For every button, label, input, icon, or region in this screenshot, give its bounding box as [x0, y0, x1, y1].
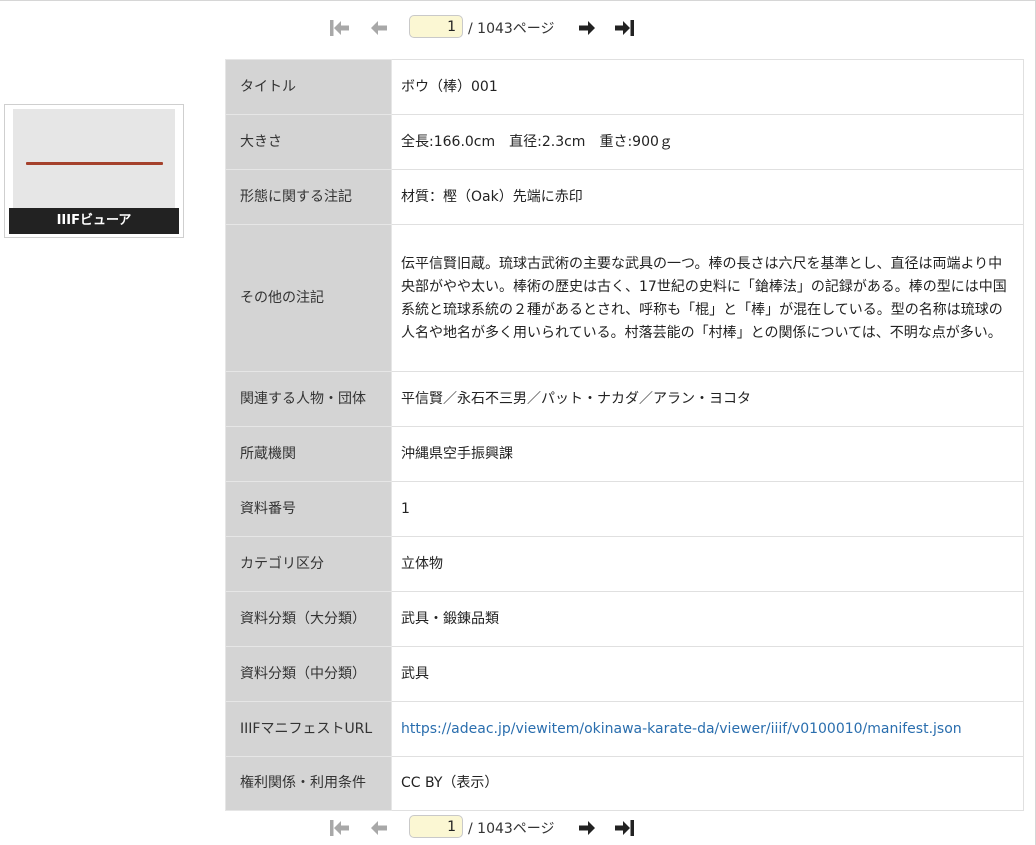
row-label-other-note: その他の注記 [225, 224, 392, 372]
row-label-category: カテゴリ区分 [225, 536, 392, 592]
row-label-manifest-url: IIIFマニフェストURL [225, 701, 392, 757]
pager-top: / 1043ページ [0, 13, 1036, 43]
page-total-label: / 1043ページ [468, 821, 555, 837]
iiif-viewer-label: IIIFビューア [9, 208, 179, 234]
row-value-other-note: 伝平信賢旧蔵。琉球古武術の主要な武具の一つ。棒の長さは六尺を基準とし、直径は両端… [391, 224, 1024, 372]
prev-page-icon[interactable] [368, 817, 392, 839]
table-row: 権利関係・利用条件 CC BY（表示） [225, 756, 1024, 811]
table-row: IIIFマニフェストURL https://adeac.jp/viewitem/… [225, 701, 1024, 757]
manifest-url-link[interactable]: https://adeac.jp/viewitem/okinawa-karate… [401, 721, 962, 737]
row-value-form-note: 材質：樫（Oak）先端に赤印 [391, 169, 1024, 225]
next-page-icon[interactable] [574, 817, 598, 839]
table-row: カテゴリ区分 立体物 [225, 536, 1024, 592]
table-row: 大きさ 全長:166.0cm 直径:2.3cm 重さ:900ｇ [225, 114, 1024, 170]
page-number-input[interactable] [409, 15, 463, 38]
row-value-major-class: 武具・鍛錬品類 [391, 591, 1024, 647]
next-page-icon[interactable] [574, 17, 598, 39]
table-row: その他の注記 伝平信賢旧蔵。琉球古武術の主要な武具の一つ。棒の長さは六尺を基準と… [225, 224, 1024, 372]
row-label-form-note: 形態に関する注記 [225, 169, 392, 225]
row-value-related-persons: 平信賢／永石不三男／パット・ナカダ／アラン・ヨコタ [391, 371, 1024, 427]
table-row: 関連する人物・団体 平信賢／永石不三男／パット・ナカダ／アラン・ヨコタ [225, 371, 1024, 427]
row-value-holding-institution: 沖縄県空手振興課 [391, 426, 1024, 482]
row-label-related-persons: 関連する人物・団体 [225, 371, 392, 427]
row-value-manifest-url: https://adeac.jp/viewitem/okinawa-karate… [391, 701, 1024, 757]
metadata-table: タイトル ボウ（棒）001 大きさ 全長:166.0cm 直径:2.3cm 重さ… [225, 59, 1024, 811]
row-value-rights: CC BY（表示） [391, 756, 1024, 811]
row-value-item-number: 1 [391, 481, 1024, 537]
table-row: タイトル ボウ（棒）001 [225, 59, 1024, 115]
table-row: 形態に関する注記 材質：樫（Oak）先端に赤印 [225, 169, 1024, 225]
last-page-icon[interactable] [612, 17, 636, 39]
page-total-label: / 1043ページ [468, 21, 555, 37]
page: / 1043ページ IIIFビューア タイトル ボウ（棒）001 大 [0, 0, 1036, 845]
last-page-icon[interactable] [612, 817, 636, 839]
first-page-icon[interactable] [328, 817, 352, 839]
row-label-item-number: 資料番号 [225, 481, 392, 537]
table-row: 資料分類（中分類） 武具 [225, 646, 1024, 702]
row-label-rights: 権利関係・利用条件 [225, 756, 392, 811]
row-value-category: 立体物 [391, 536, 1024, 592]
row-value-size: 全長:166.0cm 直径:2.3cm 重さ:900ｇ [391, 114, 1024, 170]
bo-staff-image [26, 162, 163, 165]
row-label-size: 大きさ [225, 114, 392, 170]
item-photo [13, 109, 175, 213]
table-row: 資料番号 1 [225, 481, 1024, 537]
table-row: 所蔵機関 沖縄県空手振興課 [225, 426, 1024, 482]
row-value-title: ボウ（棒）001 [391, 59, 1024, 115]
prev-page-icon[interactable] [368, 17, 392, 39]
row-label-middle-class: 資料分類（中分類） [225, 646, 392, 702]
row-label-holding-institution: 所蔵機関 [225, 426, 392, 482]
row-label-major-class: 資料分類（大分類） [225, 591, 392, 647]
first-page-icon[interactable] [328, 17, 352, 39]
iiif-viewer-thumbnail[interactable]: IIIFビューア [4, 104, 184, 238]
table-row: 資料分類（大分類） 武具・鍛錬品類 [225, 591, 1024, 647]
row-value-middle-class: 武具 [391, 646, 1024, 702]
row-label-title: タイトル [225, 59, 392, 115]
pager-bottom: / 1043ページ [0, 813, 1036, 843]
page-number-input[interactable] [409, 815, 463, 838]
